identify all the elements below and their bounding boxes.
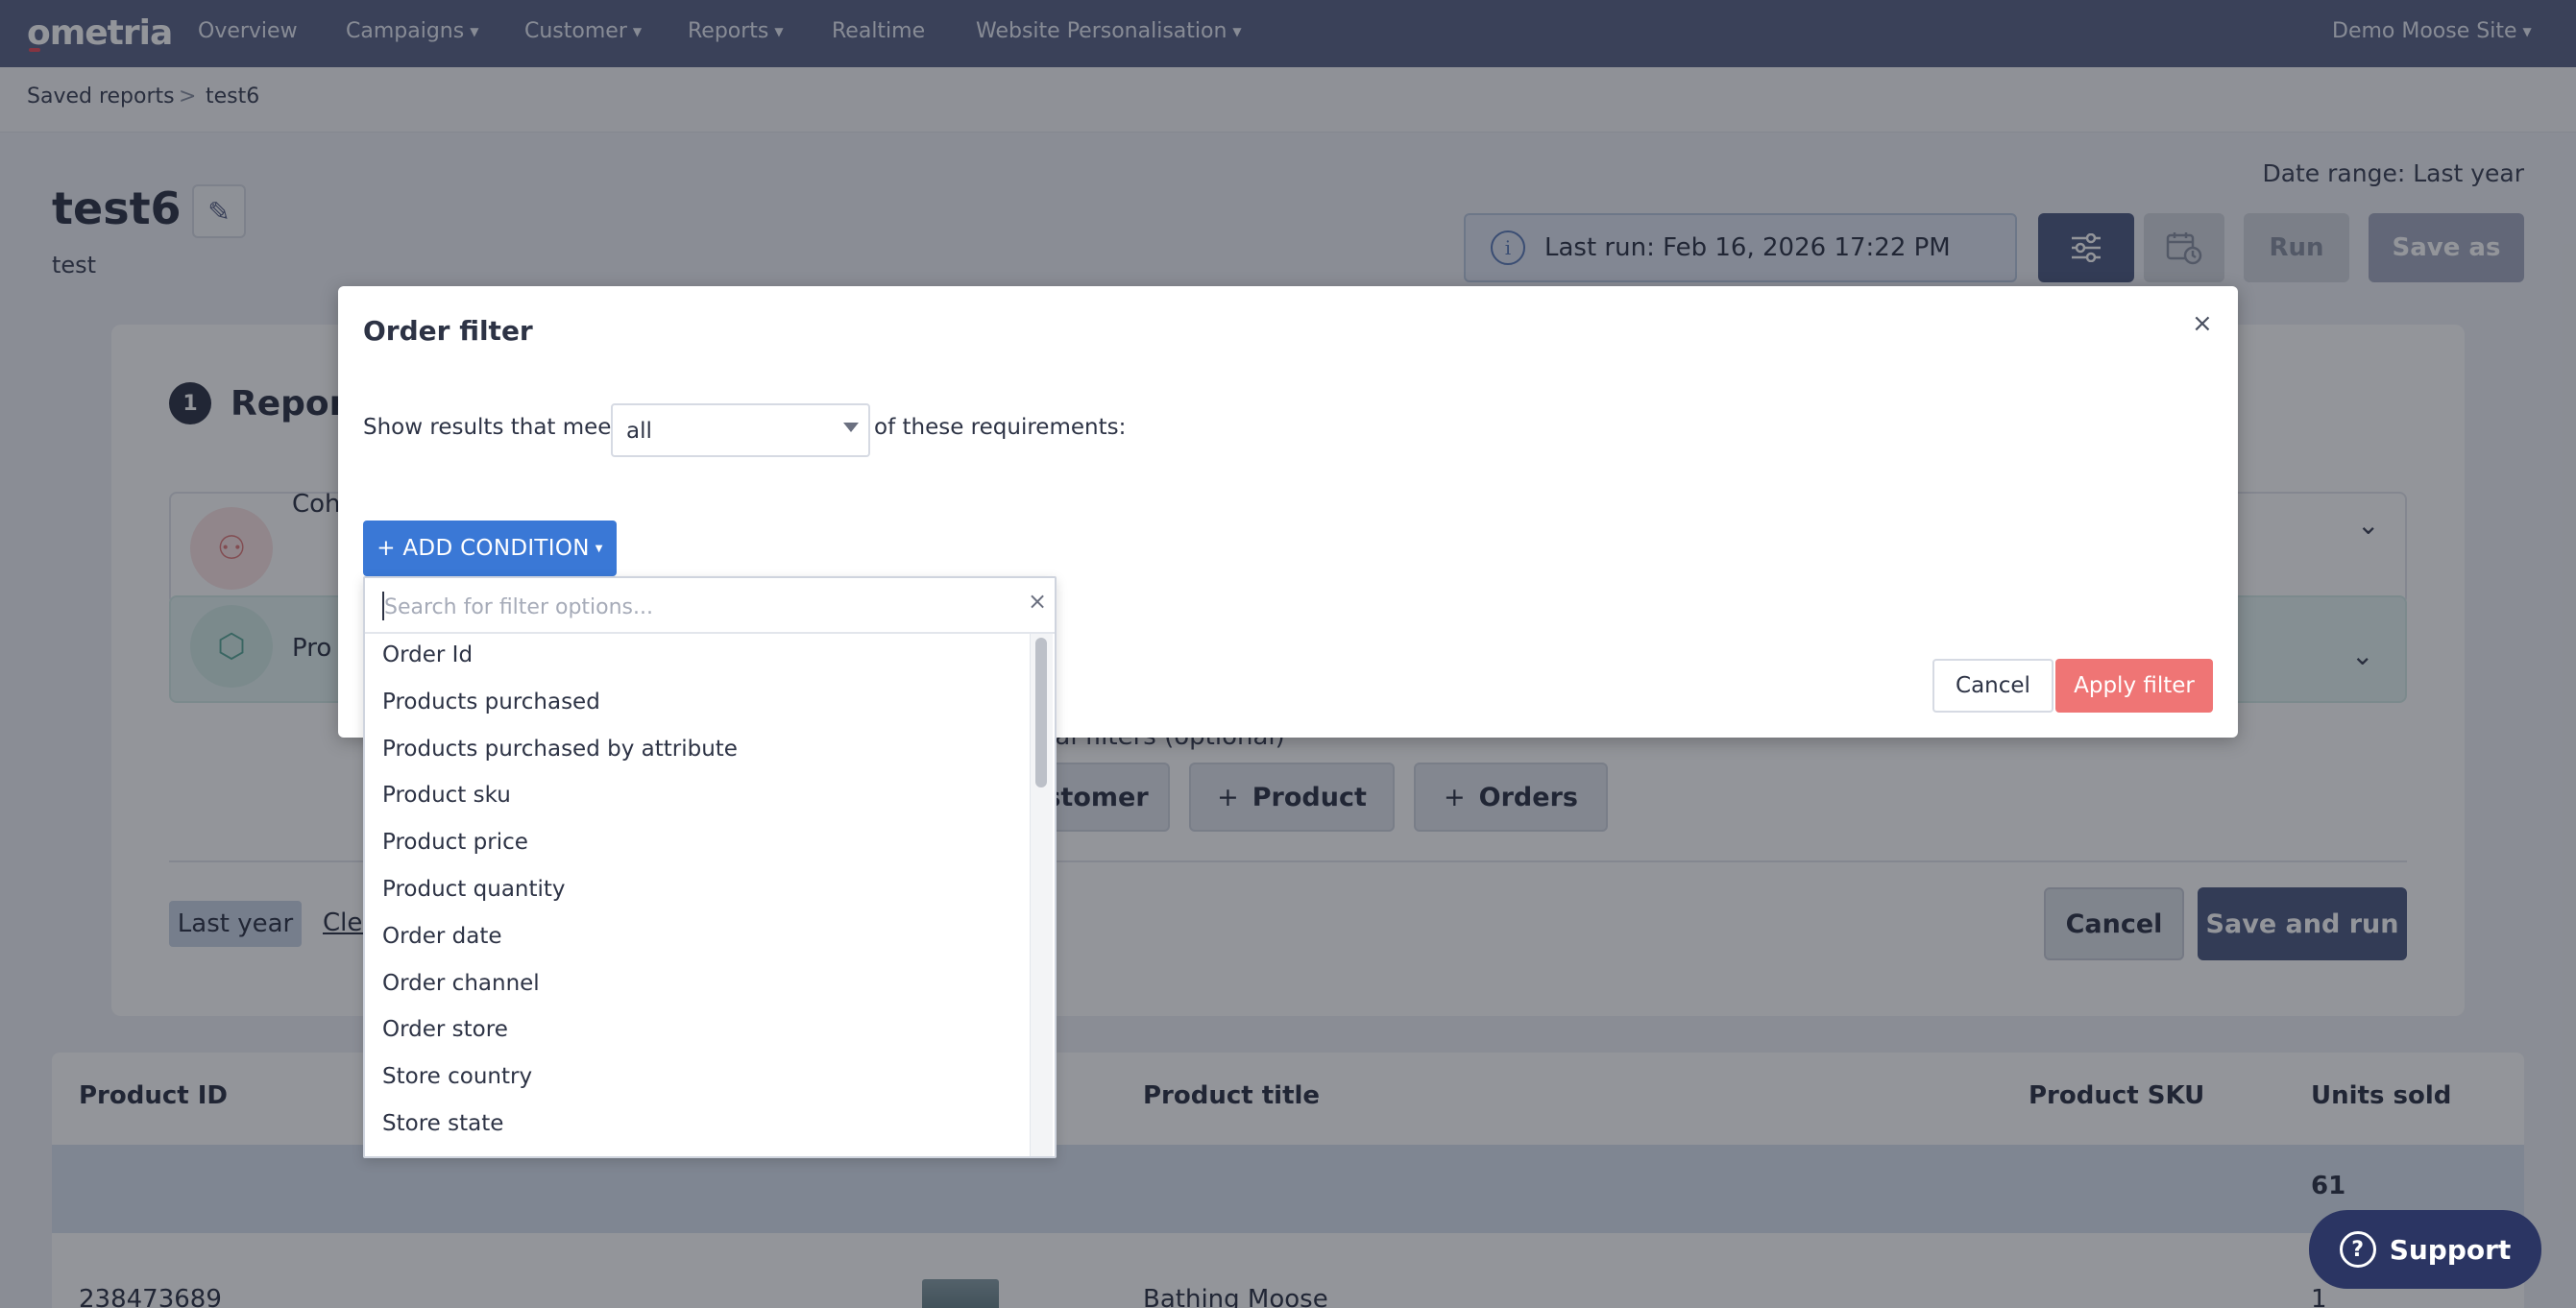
option-products-purchased[interactable]: Products purchased: [365, 681, 1028, 728]
filter-search-input[interactable]: [384, 592, 999, 622]
meet-suffix: of these requirements:: [874, 415, 1127, 440]
add-condition-button[interactable]: + ADD CONDITION ▼: [363, 521, 617, 576]
dropdown-scroll-thumb[interactable]: [1035, 638, 1047, 787]
option-order-store[interactable]: Order store: [365, 1008, 1028, 1055]
caret-down-icon: ▼: [595, 543, 603, 554]
match-mode-select[interactable]: all: [611, 403, 870, 457]
option-order-id[interactable]: Order Id: [365, 634, 1028, 681]
close-icon[interactable]: ×: [1028, 588, 1047, 615]
option-order-date[interactable]: Order date: [365, 915, 1028, 962]
meet-prefix: Show results that meet: [363, 415, 620, 440]
option-product-quantity[interactable]: Product quantity: [365, 868, 1028, 915]
option-products-purchased-by-attribute[interactable]: Products purchased by attribute: [365, 728, 1028, 775]
close-icon[interactable]: ×: [2192, 309, 2213, 338]
modal-title: Order filter: [363, 315, 533, 347]
apply-filter-button[interactable]: Apply filter: [2055, 659, 2213, 713]
option-store-state[interactable]: Store state: [365, 1102, 1028, 1150]
support-button[interactable]: ? Support: [2309, 1210, 2541, 1289]
option-store-country[interactable]: Store country: [365, 1055, 1028, 1102]
option-product-price[interactable]: Product price: [365, 821, 1028, 868]
select-caret-icon: [843, 423, 859, 432]
filter-options-list: Order Id Products purchased Products pur…: [365, 634, 1028, 1156]
question-icon: ?: [2339, 1231, 2376, 1268]
option-order-channel[interactable]: Order channel: [365, 962, 1028, 1009]
option-product-sku[interactable]: Product sku: [365, 774, 1028, 821]
modal-cancel-button[interactable]: Cancel: [1932, 659, 2054, 713]
filter-search-box: [365, 578, 1055, 634]
